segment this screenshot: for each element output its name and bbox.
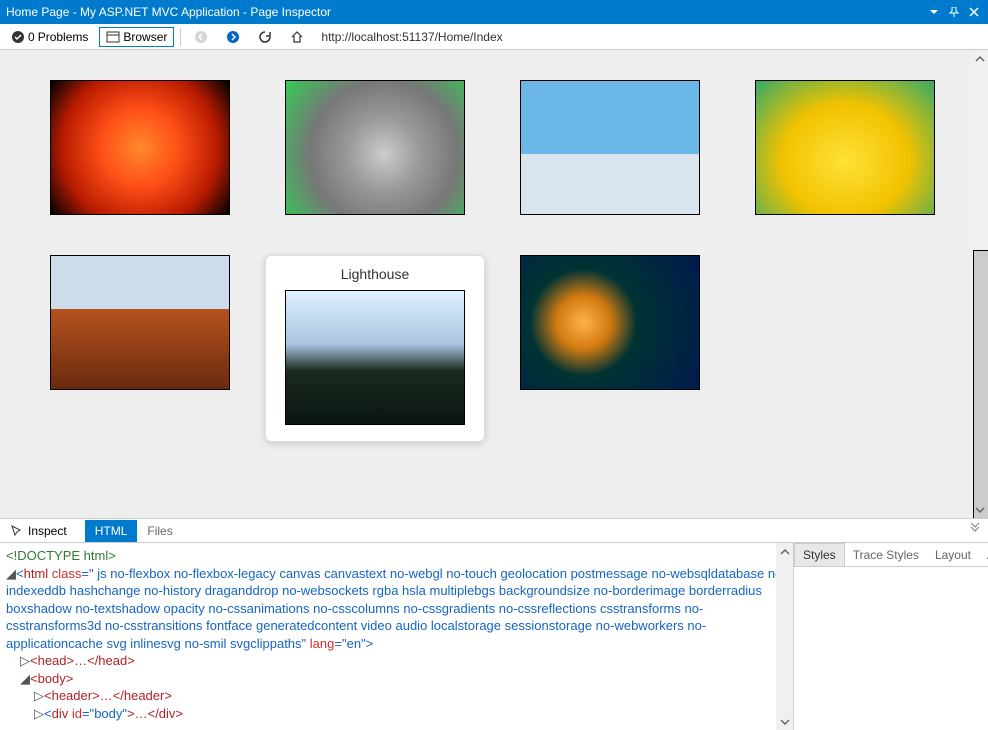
nav-forward-button[interactable]: [219, 27, 247, 47]
html-scroll-up-icon[interactable]: [776, 543, 793, 560]
html-scrollbar[interactable]: [776, 543, 793, 730]
problems-button[interactable]: 0 Problems: [4, 27, 95, 47]
expand-header-icon[interactable]: ▷: [34, 687, 44, 705]
scrollbar-thumb[interactable]: [973, 250, 988, 518]
gallery-thumbnail[interactable]: [520, 255, 700, 390]
pin-icon[interactable]: [946, 4, 962, 20]
window-options-icon[interactable]: [926, 4, 942, 20]
gallery-item-penguins[interactable]: [500, 80, 720, 215]
expand-body-icon[interactable]: ◢: [20, 670, 30, 688]
inspect-label: Inspect: [28, 524, 67, 538]
tab-files[interactable]: Files: [137, 520, 182, 542]
title-bar: Home Page - My ASP.NET MVC Application -…: [0, 0, 988, 24]
dev-tabs: Inspect HTML Files: [0, 519, 988, 543]
tab-styles[interactable]: Styles: [794, 543, 845, 566]
scroll-down-icon[interactable]: [971, 501, 988, 518]
gallery-item-koala[interactable]: [265, 80, 485, 215]
styles-pane: Styles Trace Styles Layout Att: [793, 543, 988, 730]
gallery-item-jellyfish[interactable]: [500, 255, 720, 442]
cursor-icon: [10, 524, 24, 538]
refresh-icon: [258, 30, 272, 44]
problems-count: 0: [28, 30, 35, 44]
styles-body: [794, 567, 988, 730]
browser-icon: [106, 30, 120, 44]
expand-html-icon[interactable]: ◢: [6, 565, 16, 583]
expand-head-icon[interactable]: ▷: [20, 652, 30, 670]
html-scroll-down-icon[interactable]: [776, 713, 793, 730]
refresh-button[interactable]: [251, 27, 279, 47]
gallery-thumbnail[interactable]: [50, 255, 230, 390]
gallery-thumbnail[interactable]: [520, 80, 700, 215]
close-icon[interactable]: [966, 4, 982, 20]
gallery-item-lighthouse[interactable]: Lighthouse: [265, 255, 485, 442]
tab-attributes[interactable]: Att: [979, 544, 988, 566]
gallery-item-tulips[interactable]: [735, 80, 955, 215]
inspect-button[interactable]: Inspect: [0, 524, 77, 538]
tab-trace-styles[interactable]: Trace Styles: [845, 544, 927, 566]
arrow-right-icon: [226, 30, 240, 44]
image-gallery: Lighthouse: [0, 50, 988, 472]
tab-html[interactable]: HTML: [85, 520, 138, 542]
gallery-caption: Lighthouse: [341, 266, 410, 282]
gallery-thumbnail[interactable]: [50, 80, 230, 215]
scroll-up-icon[interactable]: [971, 50, 988, 67]
page-viewport: Lighthouse: [0, 50, 988, 518]
expand-div-icon[interactable]: ▷: [34, 705, 44, 723]
gallery-item-chrysanthemum[interactable]: [30, 80, 250, 215]
side-tabs: Styles Trace Styles Layout Att: [794, 543, 988, 567]
arrow-left-icon: [194, 30, 208, 44]
url-input[interactable]: [315, 28, 984, 46]
dev-panel: Inspect HTML Files <!DOCTYPE html> ◢<htm…: [0, 518, 988, 730]
check-circle-icon: [11, 30, 25, 44]
html-source-pane[interactable]: <!DOCTYPE html> ◢<html class=" js no-fle…: [0, 543, 793, 730]
vertical-scrollbar[interactable]: [971, 50, 988, 518]
gallery-thumbnail[interactable]: [285, 290, 465, 425]
gallery-thumbnail[interactable]: [285, 80, 465, 215]
home-button[interactable]: [283, 27, 311, 47]
toolbar: 0 Problems Browser: [0, 24, 988, 50]
gallery-thumbnail[interactable]: [755, 80, 935, 215]
doctype: <!DOCTYPE html>: [6, 548, 116, 563]
dev-body: <!DOCTYPE html> ◢<html class=" js no-fle…: [0, 543, 988, 730]
browser-label: Browser: [123, 30, 167, 44]
problems-label: Problems: [38, 30, 89, 44]
separator: [180, 28, 181, 46]
tab-layout[interactable]: Layout: [927, 544, 979, 566]
nav-back-button[interactable]: [187, 27, 215, 47]
home-icon: [290, 30, 304, 44]
collapse-panel-icon[interactable]: [968, 522, 982, 539]
browser-button[interactable]: Browser: [99, 27, 174, 47]
window-title: Home Page - My ASP.NET MVC Application -…: [6, 5, 922, 19]
gallery-item-desert[interactable]: [30, 255, 250, 442]
